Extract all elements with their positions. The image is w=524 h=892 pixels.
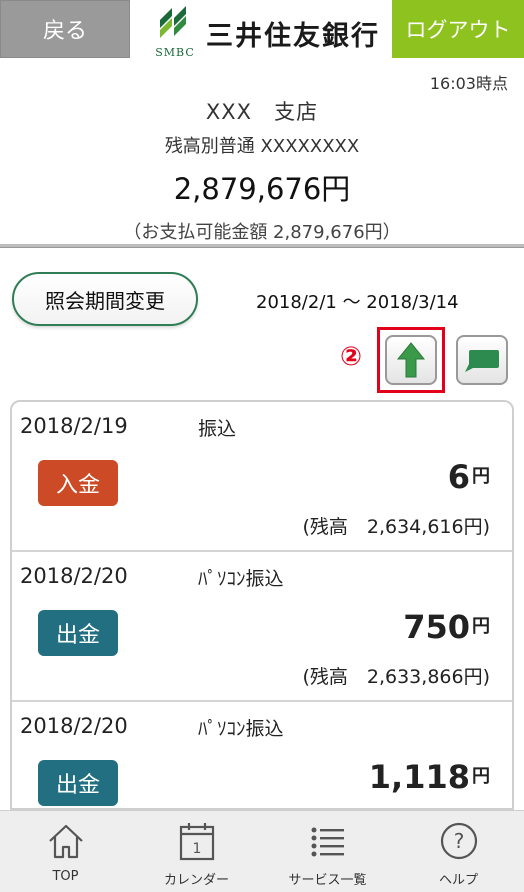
transaction-amount: 750 円: [403, 608, 490, 646]
amount-unit: 円: [472, 616, 490, 637]
scroll-top-button[interactable]: [385, 335, 437, 385]
step-number-annotation: ②: [340, 342, 363, 372]
transaction-row: 2018/2/20 ﾊﾟｿｺﾝ振込 出金 750 円 (残高 2,633,866円…: [12, 552, 512, 702]
transaction-date: 2018/2/20: [20, 714, 128, 738]
amount-value: 750: [403, 608, 470, 646]
amount-value: 1,118: [368, 758, 470, 796]
withdrawal-badge: 出金: [38, 610, 118, 656]
home-icon: [44, 819, 88, 863]
nav-top[interactable]: TOP: [0, 811, 131, 892]
update-time: 16:03時点: [429, 74, 508, 93]
transaction-row: 2018/2/19 振込 入金 6円 (残高 2,634,616円): [12, 402, 512, 552]
transaction-date: 2018/2/19: [20, 414, 128, 438]
transaction-balance: (残高 2,633,866円): [302, 666, 490, 688]
amount-value: 6: [447, 458, 470, 496]
account-summary: XXX 支店 残高別普通 XXXXXXXX 2,879,676円 （お支払可能金…: [0, 96, 524, 244]
bank-logo: SMBC 三井住友銀行: [150, 2, 380, 60]
help-icon: ?: [437, 819, 481, 863]
svg-text:?: ?: [453, 829, 464, 853]
arrow-up-icon: [396, 342, 426, 378]
period-range: 2018/2/1 ～ 2018/3/14: [256, 292, 459, 313]
available-amount: （お支払可能金額 2,879,676円）: [123, 222, 401, 243]
smbc-logo-icon: [160, 6, 186, 38]
nav-label: TOP: [52, 869, 79, 884]
transaction-row: 2018/2/20 ﾊﾟｿｺﾝ振込 出金 1,118 円: [12, 702, 512, 808]
logo-sub: SMBC: [155, 46, 195, 59]
transaction-description: ﾊﾟｿｺﾝ振込: [198, 568, 284, 590]
logo-name: 三井住友銀行: [206, 21, 380, 52]
transaction-description: 振込: [198, 418, 237, 440]
deposit-badge: 入金: [38, 460, 118, 506]
amount-unit: 円: [472, 766, 490, 787]
nav-label: サービス一覧: [288, 873, 367, 888]
nav-label: ヘルプ: [438, 873, 478, 888]
transaction-list[interactable]: 2018/2/19 振込 入金 6円 (残高 2,634,616円) 2018/…: [10, 400, 514, 810]
transaction-amount: 6円: [448, 458, 490, 496]
top-bar: 戻る SMBC 三井住友銀行 ログアウト: [0, 0, 524, 62]
logout-button[interactable]: ログアウト: [392, 0, 524, 58]
message-button[interactable]: [456, 335, 508, 385]
branch-name: XXX 支店: [205, 100, 319, 124]
account-type: 残高別普通 XXXXXXXX: [164, 136, 360, 157]
calendar-icon: 1: [175, 819, 219, 863]
section-divider: [0, 244, 524, 248]
svg-text:1: 1: [192, 841, 201, 857]
transaction-description: ﾊﾟｿｺﾝ振込: [198, 718, 284, 740]
back-button[interactable]: 戻る: [0, 0, 130, 58]
nav-calendar[interactable]: 1 カレンダー: [131, 811, 262, 892]
transaction-date: 2018/2/20: [20, 564, 128, 588]
nav-label: カレンダー: [163, 873, 229, 888]
amount-unit: 円: [472, 466, 490, 487]
speech-bubble-icon: [465, 350, 499, 372]
bottom-nav: TOP 1 カレンダー サービス一覧 ? ヘルプ: [0, 810, 524, 892]
transaction-balance: (残高 2,634,616円): [302, 516, 490, 538]
nav-help[interactable]: ? ヘルプ: [393, 811, 524, 892]
withdrawal-badge: 出金: [38, 760, 118, 806]
nav-services[interactable]: サービス一覧: [262, 811, 393, 892]
account-balance: 2,879,676円: [173, 172, 351, 206]
list-icon: [306, 819, 350, 863]
transaction-amount: 1,118 円: [369, 758, 490, 796]
change-period-button[interactable]: 照会期間変更: [12, 272, 198, 326]
